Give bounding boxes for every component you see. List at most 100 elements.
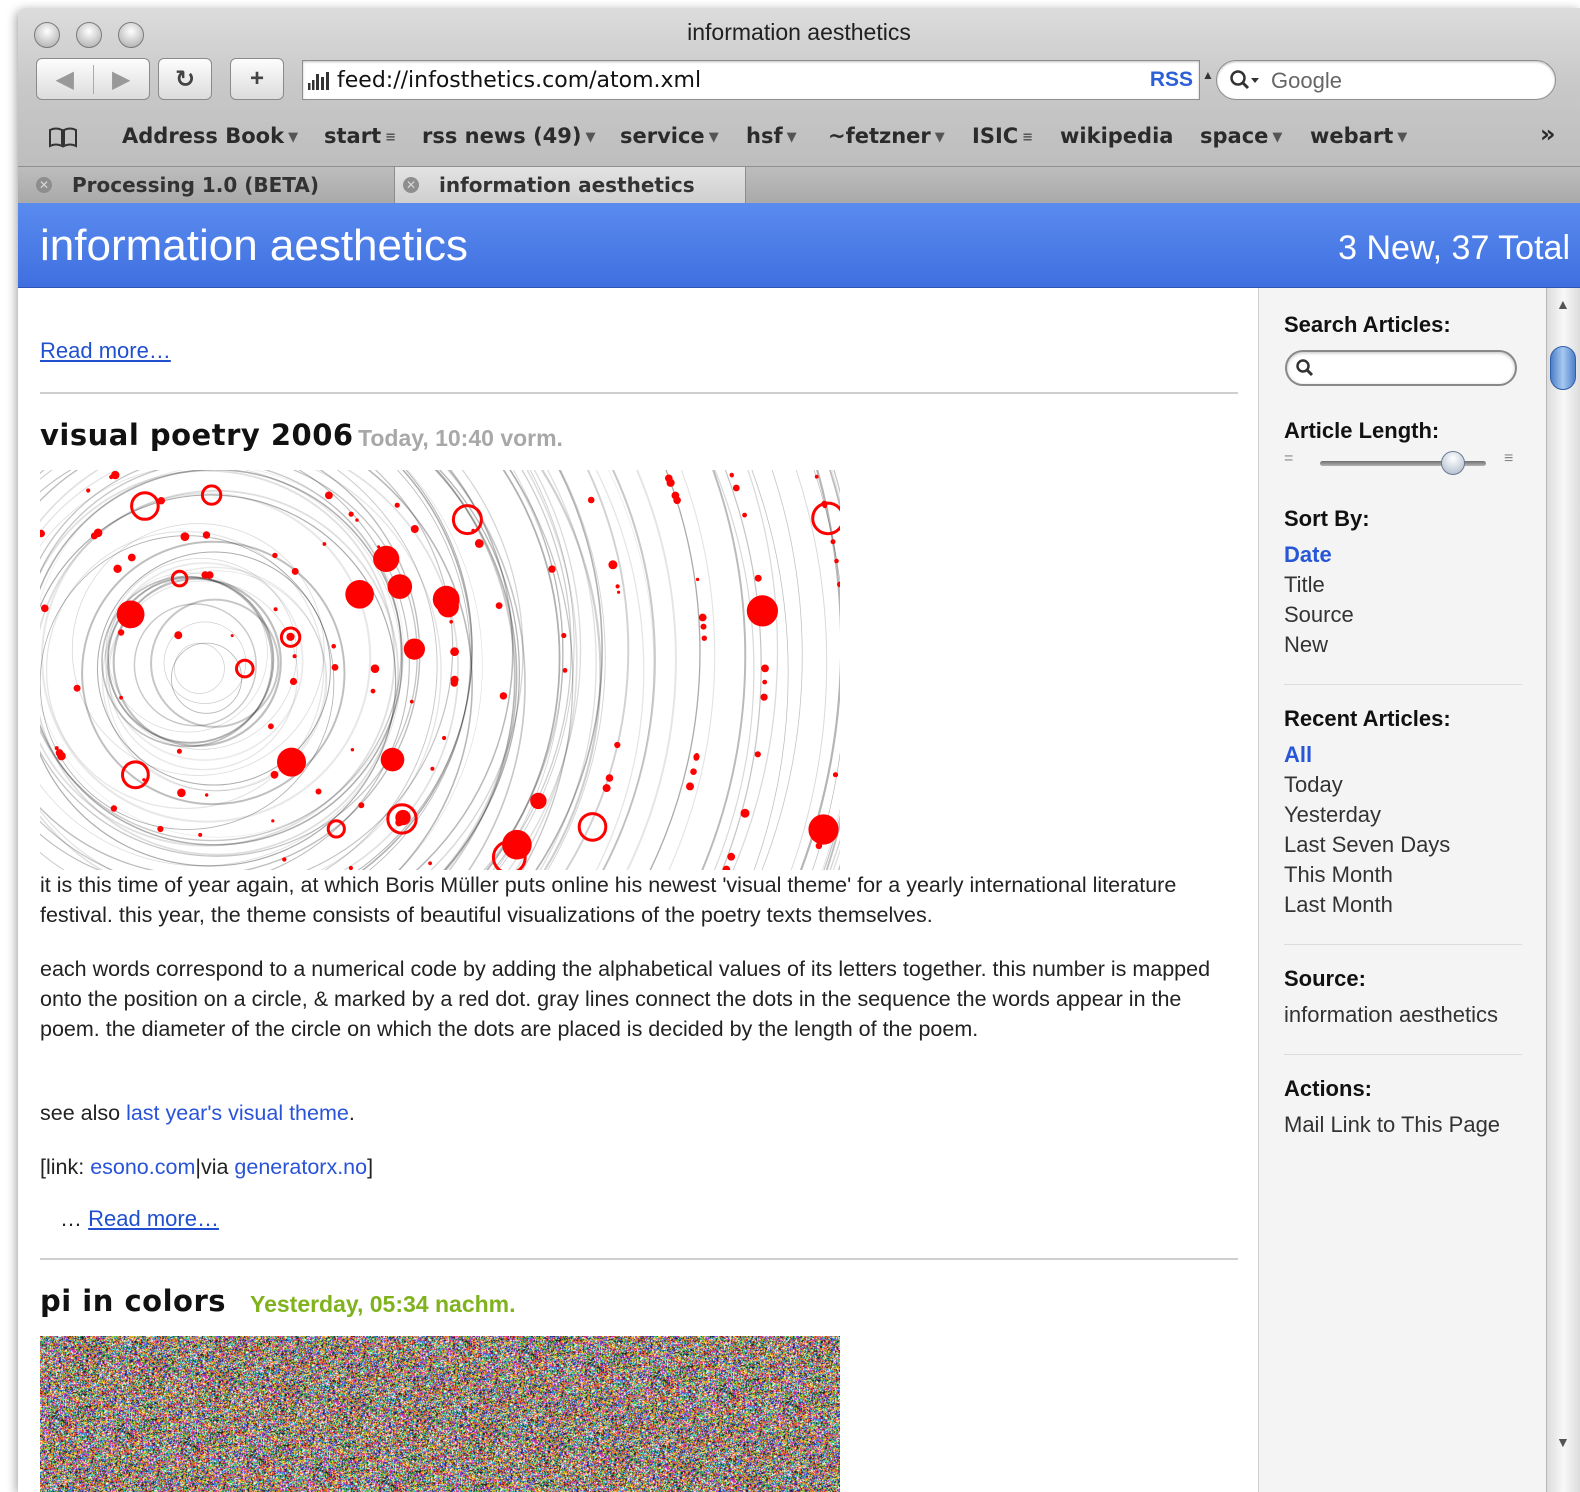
sort-by-heading: Sort By: xyxy=(1284,506,1370,531)
chevron-down-icon: ▼ xyxy=(708,129,719,145)
bookmark-rss-news[interactable]: rss news (49) ▼ xyxy=(422,124,596,148)
forward-arrow-icon[interactable]: ▶ xyxy=(94,65,150,94)
recent-option-all[interactable]: All xyxy=(1284,742,1312,768)
back-forward-buttons: ◀ ▶ xyxy=(36,58,150,100)
address-dropdown-arrow-icon[interactable]: ▲ xyxy=(1202,68,1214,82)
recent-option-yesterday[interactable]: Yesterday xyxy=(1284,802,1381,828)
chevron-down-icon: ▼ xyxy=(934,129,945,145)
scroll-up-arrow-icon[interactable]: ▲ xyxy=(1556,296,1570,312)
bookmarks-bar: Address Book ▼ start ≡ rss news (49) ▼ serv… xyxy=(18,120,1580,156)
address-text: feed://infosthetics.com/atom.xml xyxy=(337,68,702,93)
address-bar[interactable]: feed://infosthetics.com/atom.xml RSS xyxy=(302,60,1200,100)
close-tab-icon[interactable]: ✕ xyxy=(36,177,52,193)
search-field[interactable]: Google xyxy=(1216,60,1556,100)
title-bar: information aesthetics xyxy=(18,8,1580,53)
magnifier-icon xyxy=(1230,70,1259,90)
tab-label: Processing 1.0 (BETA) xyxy=(72,173,320,197)
generatorx-link[interactable]: generatorx.no xyxy=(234,1155,367,1179)
bookmark-webart[interactable]: webart ▼ xyxy=(1310,124,1407,148)
vertical-scrollbar[interactable]: ▲ ▼ xyxy=(1546,288,1580,1492)
add-bookmark-button[interactable]: + xyxy=(230,58,284,100)
feed-icon xyxy=(308,72,329,90)
bookmark-service[interactable]: service ▼ xyxy=(620,124,719,148)
pi-in-colors-image[interactable] xyxy=(40,1336,840,1492)
sidebar: Search Articles: Article Length: = ≡ Sor… xyxy=(1258,288,1546,1492)
article-date: Today, 10:40 vorm. xyxy=(358,425,563,451)
tab-bar: ✕ Processing 1.0 (BETA) ✕ information ae… xyxy=(18,166,1580,204)
chevron-down-icon: ▼ xyxy=(585,129,596,145)
article-search-input[interactable] xyxy=(1285,350,1517,386)
sidebar-divider xyxy=(1284,944,1522,945)
read-more-link[interactable]: Read more… xyxy=(40,338,171,364)
bookmark-fetzner[interactable]: ~fetzner ▼ xyxy=(828,124,945,148)
recent-option-today[interactable]: Today xyxy=(1284,772,1343,798)
browser-window: information aesthetics ◀ ▶ ↻ + feed://in… xyxy=(18,8,1580,1492)
slider-knob[interactable] xyxy=(1440,451,1465,475)
book-icon[interactable] xyxy=(48,126,78,148)
read-more-row: … Read more… xyxy=(60,1206,219,1232)
bookmark-address-book[interactable]: Address Book ▼ xyxy=(122,124,298,148)
actions-heading: Actions: xyxy=(1284,1076,1372,1101)
article-date: Yesterday, 05:34 nachm. xyxy=(250,1291,516,1317)
read-more-link[interactable]: Read more… xyxy=(88,1206,219,1231)
article-paragraph: each words correspond to a numerical cod… xyxy=(40,957,1211,1041)
bookmarks-overflow-button[interactable]: » xyxy=(1540,120,1556,148)
sidebar-divider xyxy=(1284,1054,1522,1055)
recent-option-last-seven-days[interactable]: Last Seven Days xyxy=(1284,832,1450,858)
toolbar: ◀ ▶ ↻ + feed://infosthetics.com/atom.xml… xyxy=(18,58,1580,108)
recent-option-last-month[interactable]: Last Month xyxy=(1284,892,1393,918)
article-paragraph: [link: esono.com|via generatorx.no] xyxy=(40,1155,374,1179)
chevron-down-icon: ▼ xyxy=(786,129,797,145)
bookmark-isic[interactable]: ISIC ≡ xyxy=(972,124,1033,148)
feed-header: information aesthetics 3 New, 37 Total xyxy=(18,203,1580,288)
article-list: Read more… visual poetry 2006 Today, 10:… xyxy=(18,288,1258,1492)
bookmark-wikipedia[interactable]: wikipedia xyxy=(1060,124,1173,148)
window-title: information aesthetics xyxy=(687,19,911,45)
sort-option-new[interactable]: New xyxy=(1284,632,1328,658)
browser-chrome: information aesthetics ◀ ▶ ↻ + feed://in… xyxy=(18,8,1580,204)
sort-option-title[interactable]: Title xyxy=(1284,572,1325,598)
tab-processing[interactable]: ✕ Processing 1.0 (BETA) xyxy=(18,167,394,203)
rss-button[interactable]: RSS xyxy=(1150,68,1193,92)
bookmark-start[interactable]: start ≡ xyxy=(324,124,396,148)
short-text-icon: = xyxy=(1284,450,1294,467)
article-title[interactable]: visual poetry 2006 xyxy=(40,418,354,452)
scroll-thumb[interactable] xyxy=(1550,346,1576,390)
search-articles-heading: Search Articles: xyxy=(1284,312,1451,337)
feed-title: information aesthetics xyxy=(40,221,468,270)
visual-poetry-image[interactable] xyxy=(40,470,840,870)
sidebar-divider xyxy=(1284,684,1522,685)
chevron-down-icon: ▼ xyxy=(288,129,299,145)
back-arrow-icon[interactable]: ◀ xyxy=(37,64,94,94)
article-length-slider[interactable]: = ≡ xyxy=(1284,448,1524,478)
sort-option-source[interactable]: Source xyxy=(1284,602,1354,628)
last-years-visual-theme-link[interactable]: last year's visual theme xyxy=(126,1101,349,1125)
article-title[interactable]: pi in colors xyxy=(40,1284,226,1318)
ellipsis: … xyxy=(60,1206,82,1231)
sort-option-date[interactable]: Date xyxy=(1284,542,1332,568)
source-value[interactable]: information aesthetics xyxy=(1284,1002,1498,1028)
reload-button[interactable]: ↻ xyxy=(158,58,212,100)
recent-option-this-month[interactable]: This Month xyxy=(1284,862,1393,888)
bookmark-hsf[interactable]: hsf ▼ xyxy=(746,124,797,148)
tab-information-aesthetics[interactable]: ✕ information aesthetics xyxy=(394,167,746,203)
search-icon xyxy=(1296,359,1314,377)
mail-link-action[interactable]: Mail Link to This Page xyxy=(1284,1112,1500,1138)
chevron-down-icon: ▼ xyxy=(1397,129,1408,145)
close-tab-icon[interactable]: ✕ xyxy=(403,177,419,193)
reload-icon: ↻ xyxy=(174,65,196,93)
article-length-heading: Article Length: xyxy=(1284,418,1440,443)
source-heading: Source: xyxy=(1284,966,1366,991)
scroll-down-arrow-icon[interactable]: ▼ xyxy=(1556,1434,1570,1450)
esono-link[interactable]: esono.com xyxy=(90,1155,195,1179)
bookmark-space[interactable]: space ▼ xyxy=(1200,124,1282,148)
tab-label: information aesthetics xyxy=(439,173,695,197)
feed-count: 3 New, 37 Total xyxy=(1338,229,1570,267)
article-divider xyxy=(40,1258,1238,1260)
recent-articles-heading: Recent Articles: xyxy=(1284,706,1451,731)
plus-icon: + xyxy=(249,65,264,92)
article-paragraph: see also last year's visual theme. xyxy=(40,1101,355,1125)
chevron-down-icon: ▼ xyxy=(1272,129,1283,145)
long-text-icon: ≡ xyxy=(1504,450,1514,467)
article-divider xyxy=(40,392,1238,394)
